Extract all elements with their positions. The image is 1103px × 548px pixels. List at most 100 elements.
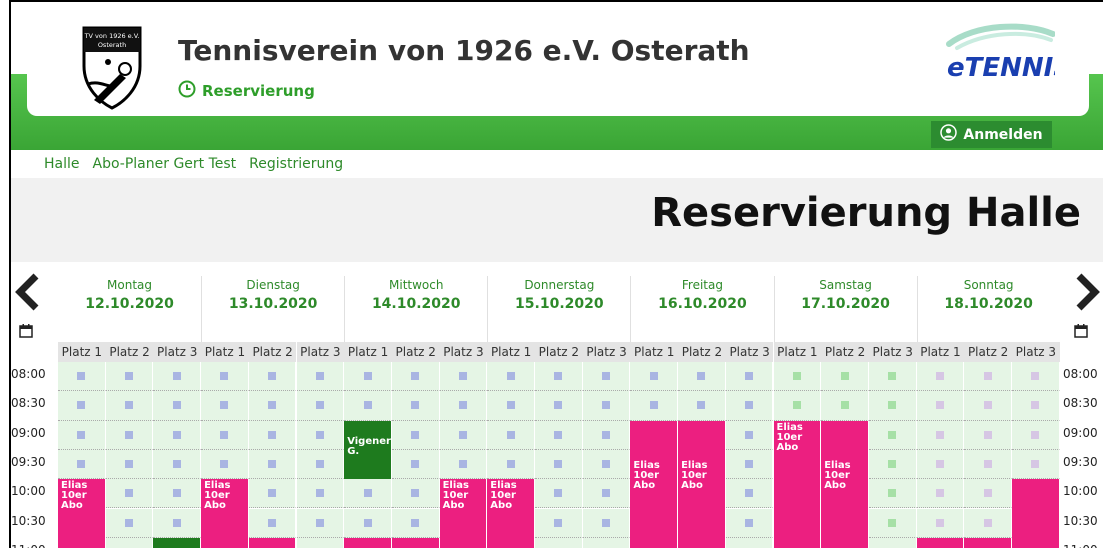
slot-cell[interactable] <box>105 479 154 509</box>
slot-cell[interactable] <box>201 420 249 450</box>
slot-cell[interactable] <box>391 391 440 421</box>
slot-cell[interactable] <box>582 508 631 538</box>
slot-cell[interactable] <box>344 362 392 392</box>
day-header[interactable]: Dienstag 13.10.2020 <box>201 276 344 342</box>
slot-cell[interactable] <box>105 449 154 480</box>
slot-cell[interactable] <box>153 420 202 450</box>
slot-cell[interactable] <box>773 362 822 392</box>
slot-cell[interactable] <box>58 420 106 450</box>
slot-cell[interactable] <box>391 362 440 392</box>
booking[interactable]: Elias 10er Abo <box>487 479 535 548</box>
slot-cell[interactable] <box>868 508 917 538</box>
slot-cell[interactable] <box>916 449 965 480</box>
slot-cell[interactable] <box>344 508 392 538</box>
slot-cell[interactable] <box>535 508 583 538</box>
slot-cell[interactable] <box>296 420 345 450</box>
slot-cell[interactable] <box>58 449 106 480</box>
slot-cell[interactable] <box>439 391 488 421</box>
slot-cell[interactable] <box>439 449 488 480</box>
slot-cell[interactable] <box>916 391 965 421</box>
slot-cell[interactable] <box>487 449 535 480</box>
slot-cell[interactable] <box>582 449 631 480</box>
slot-cell[interactable] <box>964 479 1012 509</box>
slot-cell[interactable] <box>916 362 965 392</box>
subnav-registrierung-link[interactable]: Registrierung <box>249 156 343 172</box>
slot-cell[interactable] <box>964 391 1012 421</box>
slot-cell[interactable] <box>248 391 297 421</box>
slot-cell[interactable] <box>725 362 774 392</box>
slot-cell[interactable] <box>964 449 1012 480</box>
booking[interactable]: Vigener G. <box>344 420 392 480</box>
slot-cell[interactable] <box>725 537 774 548</box>
slot-cell[interactable] <box>678 362 726 392</box>
day-header[interactable]: Samstag 17.10.2020 <box>773 276 917 342</box>
slot-cell[interactable] <box>153 508 202 538</box>
slot-cell[interactable] <box>964 362 1012 392</box>
slot-cell[interactable] <box>201 362 249 392</box>
booking[interactable]: Elias 10er Abo <box>201 479 249 548</box>
day-header[interactable]: Sonntag 18.10.2020 <box>916 276 1060 342</box>
slot-cell[interactable] <box>105 537 154 548</box>
day-header[interactable]: Mittwoch 14.10.2020 <box>344 276 487 342</box>
slot-cell[interactable] <box>296 537 345 548</box>
slot-cell[interactable] <box>487 391 535 421</box>
slot-cell[interactable] <box>773 391 822 421</box>
slot-cell[interactable] <box>725 508 774 538</box>
slot-cell[interactable] <box>1012 420 1060 450</box>
slot-cell[interactable] <box>105 362 154 392</box>
booking[interactable]: Elias 10er Abo <box>678 420 726 548</box>
slot-cell[interactable] <box>535 391 583 421</box>
booking[interactable] <box>391 537 440 548</box>
slot-cell[interactable] <box>391 479 440 509</box>
slot-cell[interactable] <box>296 479 345 509</box>
slot-cell[interactable] <box>678 391 726 421</box>
slot-cell[interactable] <box>725 391 774 421</box>
slot-cell[interactable] <box>964 420 1012 450</box>
slot-cell[interactable] <box>153 362 202 392</box>
booking[interactable] <box>248 537 297 548</box>
slot-cell[interactable] <box>153 449 202 480</box>
slot-cell[interactable] <box>916 508 965 538</box>
slot-cell[interactable] <box>1012 362 1060 392</box>
chevron-right-icon[interactable] <box>1071 272 1101 322</box>
slot-cell[interactable] <box>296 362 345 392</box>
slot-cell[interactable] <box>248 479 297 509</box>
slot-cell[interactable] <box>916 479 965 509</box>
booking[interactable]: Elias 10er Abo <box>773 420 822 480</box>
slot-cell[interactable] <box>535 420 583 450</box>
slot-cell[interactable] <box>868 420 917 450</box>
slot-cell[interactable] <box>439 420 488 450</box>
etennis-logo[interactable]: eTENNIS <box>935 18 1072 90</box>
slot-cell[interactable] <box>391 449 440 480</box>
chevron-left-icon[interactable] <box>14 272 44 322</box>
slot-cell[interactable] <box>296 449 345 480</box>
booking[interactable] <box>964 537 1012 548</box>
slot-cell[interactable] <box>153 391 202 421</box>
slot-cell[interactable] <box>248 420 297 450</box>
slot-cell[interactable] <box>582 391 631 421</box>
booking[interactable] <box>916 537 965 548</box>
calendar-icon[interactable] <box>1074 324 1088 342</box>
booking[interactable]: Kaneko <box>1012 479 1060 548</box>
slot-cell[interactable] <box>105 391 154 421</box>
slot-cell[interactable] <box>105 508 154 538</box>
slot-cell[interactable] <box>868 362 917 392</box>
slot-cell[interactable] <box>248 508 297 538</box>
day-header[interactable]: Freitag 16.10.2020 <box>630 276 773 342</box>
login-button[interactable]: Anmelden <box>931 121 1052 148</box>
slot-cell[interactable] <box>344 479 392 509</box>
slot-cell[interactable] <box>105 420 154 450</box>
slot-cell[interactable] <box>868 479 917 509</box>
booking[interactable]: Elias 10er Abo <box>58 479 106 548</box>
slot-cell[interactable] <box>725 449 774 480</box>
slot-cell[interactable] <box>153 479 202 509</box>
slot-cell[interactable] <box>535 537 583 548</box>
slot-cell[interactable] <box>58 362 106 392</box>
booking[interactable]: Elias 10er Abo <box>439 479 488 548</box>
slot-cell[interactable] <box>821 362 869 392</box>
slot-cell[interactable] <box>248 449 297 480</box>
slot-cell[interactable] <box>535 479 583 509</box>
booking[interactable]: Ossendo <box>773 479 822 548</box>
booking[interactable] <box>344 537 392 548</box>
slot-cell[interactable] <box>439 362 488 392</box>
